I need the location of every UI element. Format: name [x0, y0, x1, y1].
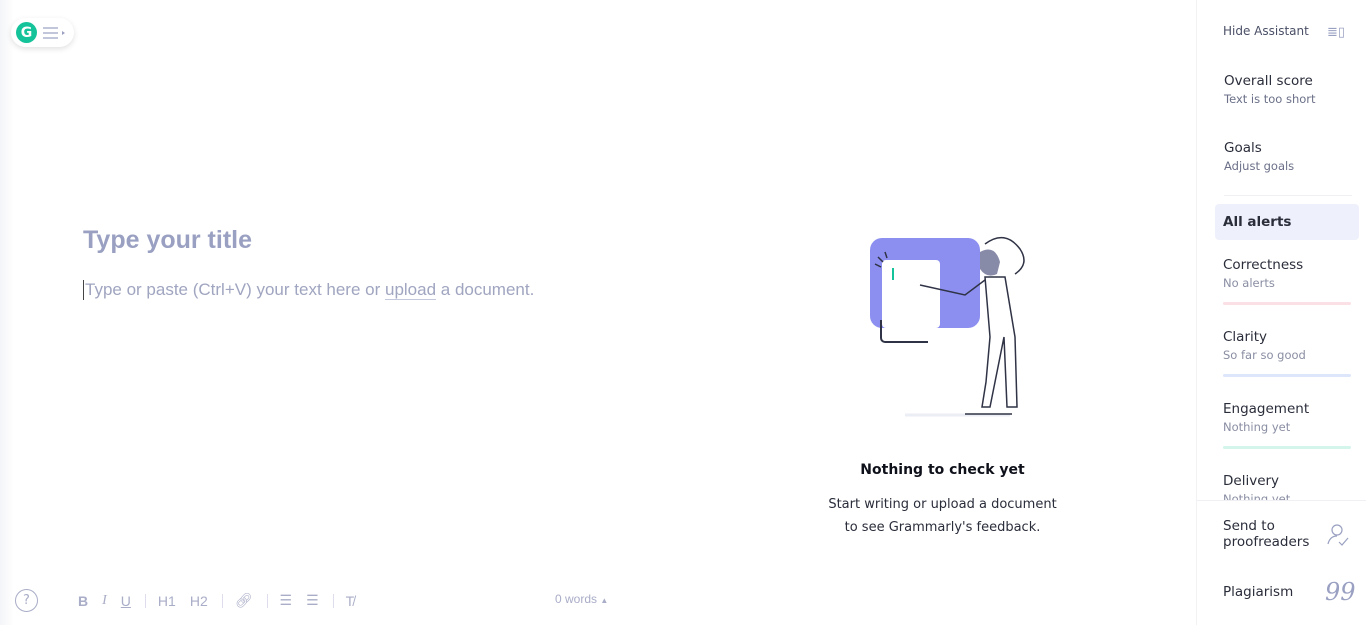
grammarly-logo-icon: G: [16, 22, 37, 43]
menu-icon: [43, 26, 65, 39]
cat-bar: [1223, 302, 1351, 305]
body-placeholder: Type or paste (Ctrl+V) your text here or: [85, 280, 385, 299]
cat-sub: Nothing yet: [1223, 420, 1291, 434]
cat-sub: No alerts: [1223, 276, 1275, 290]
empty-state-heading: Nothing to check yet: [860, 462, 1025, 478]
divider: [266, 593, 268, 608]
cat-title: Correctness: [1223, 257, 1304, 273]
clear-format-icon[interactable]: T̸: [346, 593, 355, 609]
empty-state-illustration: [870, 236, 1025, 417]
link-icon[interactable]: 🔗︎: [235, 592, 253, 609]
italic-button[interactable]: I: [102, 593, 107, 609]
category-clarity[interactable]: Clarity So far so good: [1223, 329, 1351, 377]
empty-state-text: Start writing or upload a document to see…: [790, 493, 1095, 539]
heading2-button[interactable]: H2: [190, 593, 208, 609]
caret-up-icon: ▲: [600, 596, 609, 605]
divider: [332, 593, 334, 608]
goals-title: Goals: [1224, 140, 1262, 156]
panel-toggle-icon[interactable]: ≣▯: [1327, 25, 1345, 40]
plagiarism-button[interactable]: Plagiarism: [1223, 584, 1293, 600]
empty-line-1: Start writing or upload a document: [828, 497, 1057, 512]
body-placeholder-end: a document.: [436, 280, 535, 299]
word-count-label: 0 words: [555, 592, 598, 606]
help-button[interactable]: ?: [15, 589, 38, 612]
underline-button[interactable]: U: [121, 593, 131, 609]
cat-title: Delivery: [1223, 473, 1280, 489]
grammarly-menu-button[interactable]: G: [11, 18, 74, 47]
quote-icon: 99: [1325, 578, 1356, 606]
assistant-panel: Hide Assistant ≣▯ Overall score Text is t…: [1196, 0, 1366, 625]
heading1-button[interactable]: H1: [158, 593, 176, 609]
cat-sub: So far so good: [1223, 348, 1306, 362]
ordered-list-icon[interactable]: ☰: [280, 592, 293, 609]
proofreader-icon: [1327, 524, 1349, 546]
bullet-list-icon[interactable]: ☰: [306, 592, 319, 609]
goals[interactable]: Goals Adjust goals: [1224, 140, 1294, 173]
overall-title: Overall score: [1224, 73, 1313, 89]
overall-sub: Text is too short: [1224, 92, 1316, 106]
cat-bar: [1223, 374, 1351, 377]
send-to-proofreaders-button[interactable]: Send to proofreaders: [1223, 518, 1323, 550]
cat-title: Clarity: [1223, 329, 1268, 345]
overall-score[interactable]: Overall score Text is too short: [1224, 73, 1316, 106]
goals-sub: Adjust goals: [1224, 159, 1295, 173]
all-alerts-tab[interactable]: All alerts: [1215, 204, 1359, 240]
format-toolbar: ? B I U H1 H2 🔗︎ ☰ ☰ T̸: [15, 589, 368, 612]
upload-link[interactable]: upload: [384, 280, 437, 300]
category-correctness[interactable]: Correctness No alerts: [1223, 257, 1351, 305]
divider: [144, 593, 146, 608]
body-editor[interactable]: Type or paste (Ctrl+V) your text here or…: [83, 280, 534, 300]
divider: [1224, 195, 1352, 196]
title-input[interactable]: Type your title: [83, 226, 252, 255]
cat-bar: [1223, 446, 1351, 449]
hide-assistant-button[interactable]: Hide Assistant: [1223, 24, 1309, 38]
left-edge: [0, 0, 14, 625]
bold-button[interactable]: B: [78, 593, 88, 609]
cat-sub: Nothing yet: [1223, 492, 1291, 500]
empty-line-2: to see Grammarly's feedback.: [844, 520, 1041, 535]
word-count[interactable]: 0 words ▲: [555, 592, 608, 606]
divider: [221, 593, 223, 608]
category-engagement[interactable]: Engagement Nothing yet: [1223, 401, 1351, 449]
category-delivery[interactable]: Delivery Nothing yet: [1223, 473, 1351, 500]
divider: [1197, 500, 1366, 501]
cat-title: Engagement: [1223, 401, 1310, 417]
